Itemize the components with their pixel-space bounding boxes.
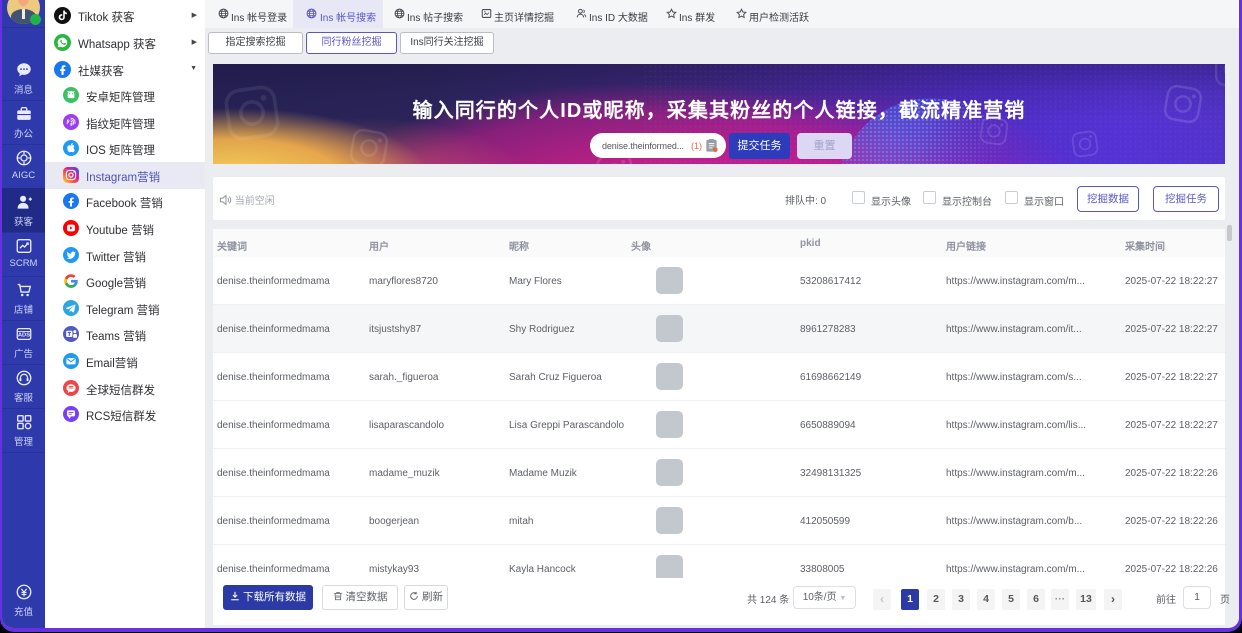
- svg-text:ADS: ADS: [18, 333, 30, 339]
